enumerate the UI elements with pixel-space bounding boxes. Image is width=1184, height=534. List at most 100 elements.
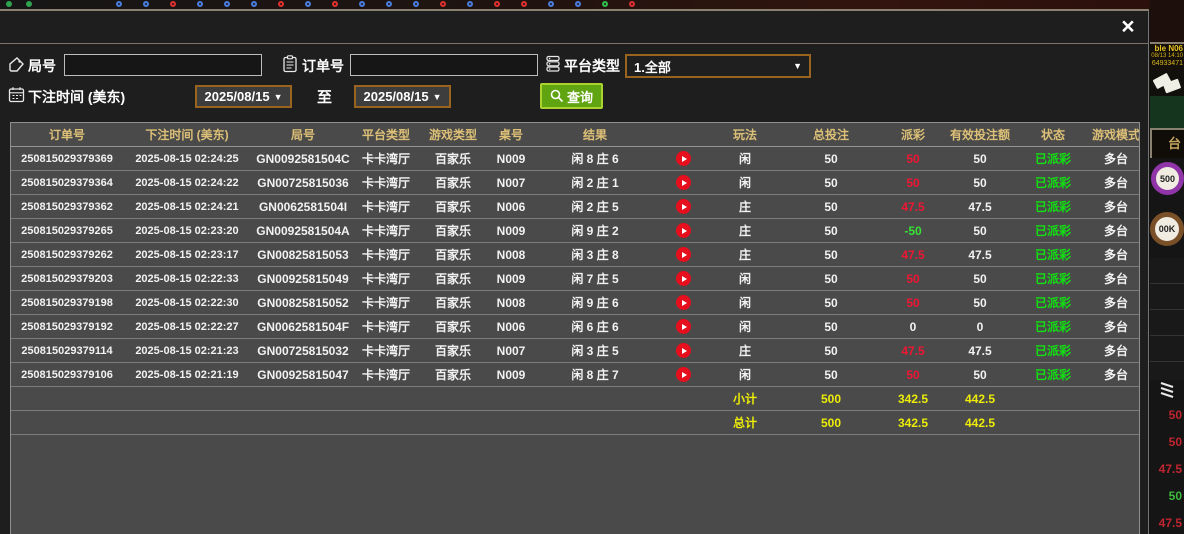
cell-round_id: GN00825815053 xyxy=(251,242,355,267)
cell-table_no: N007 xyxy=(489,170,533,195)
cell-table_no: N009 xyxy=(489,362,533,387)
calendar-icon xyxy=(8,87,25,103)
table-header-row: 订单号 下注时间 (美东) 局号 平台类型 游戏类型 桌号 结果 玩法 总投注 派彩 有效投注额 状态… xyxy=(11,123,1139,147)
chevron-down-icon: ▼ xyxy=(432,91,442,102)
cell-total_bet: 50 xyxy=(781,266,881,291)
table-row: 250815029379362 2025-08-15 02:24:21 GN0062… xyxy=(11,194,1139,219)
replay-play-button[interactable] xyxy=(675,247,691,263)
cell-game_type: 百家乐 xyxy=(417,290,489,315)
replay-play-button[interactable] xyxy=(675,199,691,215)
date-to-select[interactable]: 2025/08/15 ▼ xyxy=(354,85,451,108)
cell-result: 闲 9 庄 6 xyxy=(533,290,657,315)
cell-bet_time: 2025-08-15 02:24:21 xyxy=(123,194,251,219)
cell-total_bet: 50 xyxy=(781,362,881,387)
subtotal-payout: 342.5 xyxy=(881,386,945,411)
cell-valid_bet: 0 xyxy=(945,314,1015,339)
cell-game_type: 百家乐 xyxy=(417,218,489,243)
cell-play: 庄 xyxy=(709,218,781,243)
order-no-label: 订单号 xyxy=(302,58,344,74)
grand-total-label: 总计 xyxy=(709,410,781,435)
cell-status: 已派彩 xyxy=(1015,314,1091,339)
cell-mode: 多台 xyxy=(1091,170,1139,195)
cell-mode: 多台 xyxy=(1091,314,1139,339)
cell-result: 闲 9 庄 2 xyxy=(533,218,657,243)
background-history-number: 47.5 xyxy=(1158,516,1182,530)
roadmap-bead xyxy=(521,1,527,7)
cell-order_id: 250815029379262 xyxy=(11,242,123,267)
cell-order_id: 250815029379106 xyxy=(11,362,123,387)
cell-mode: 多台 xyxy=(1091,242,1139,267)
order-no-input[interactable] xyxy=(350,54,538,76)
replay-play-button[interactable] xyxy=(675,343,691,359)
roadmap-bead xyxy=(6,1,12,7)
cell-payout: 50 xyxy=(881,266,945,291)
cell-round_id: GN00925815049 xyxy=(251,266,355,291)
cell-valid_bet: 47.5 xyxy=(945,338,1015,363)
grand-total-valid-bet: 442.5 xyxy=(945,410,1015,435)
roadmap-bead xyxy=(278,1,284,7)
cell-round_id: GN0062581504F xyxy=(251,314,355,339)
cell-status: 已派彩 xyxy=(1015,362,1091,387)
background-session-id: 64933471 xyxy=(1151,60,1183,68)
cell-payout: 50 xyxy=(881,290,945,315)
column-header: 总投注 xyxy=(781,123,881,147)
date-from-select[interactable]: 2025/08/15 ▼ xyxy=(195,85,292,108)
roadmap-bead xyxy=(224,1,230,7)
roadmap-bead xyxy=(413,1,419,7)
cell-replay xyxy=(657,314,709,339)
cell-payout: 50 xyxy=(881,170,945,195)
background-history-number: 47.5 xyxy=(1158,462,1182,476)
cell-payout: -50 xyxy=(881,218,945,243)
cell-mode: 多台 xyxy=(1091,362,1139,387)
cell-play: 庄 xyxy=(709,338,781,363)
table-row: 250815029379369 2025-08-15 02:24:25 GN0092… xyxy=(11,146,1139,171)
replay-play-button[interactable] xyxy=(675,319,691,335)
cell-status: 已派彩 xyxy=(1015,290,1091,315)
cell-total_bet: 50 xyxy=(781,218,881,243)
cell-result: 闲 3 庄 5 xyxy=(533,338,657,363)
replay-play-button[interactable] xyxy=(675,175,691,191)
cell-status: 已派彩 xyxy=(1015,170,1091,195)
cell-replay xyxy=(657,218,709,243)
cell-order_id: 250815029379198 xyxy=(11,290,123,315)
cell-total_bet: 50 xyxy=(781,194,881,219)
cell-order_id: 250815029379114 xyxy=(11,338,123,363)
roadmap-bead xyxy=(548,1,554,7)
cell-play: 庄 xyxy=(709,242,781,267)
background-history-number: 50 xyxy=(1168,408,1182,422)
cell-payout: 0 xyxy=(881,314,945,339)
cell-result: 闲 2 庄 1 xyxy=(533,170,657,195)
table-row: 250815029379198 2025-08-15 02:22:30 GN0082… xyxy=(11,290,1139,315)
header-divider xyxy=(0,43,1148,44)
table-row: 250815029379364 2025-08-15 02:24:22 GN0072… xyxy=(11,170,1139,195)
cell-game_type: 百家乐 xyxy=(417,314,489,339)
table-row: 250815029379262 2025-08-15 02:23:17 GN0082… xyxy=(11,242,1139,267)
cell-mode: 多台 xyxy=(1091,218,1139,243)
chip-500: 500 xyxy=(1151,162,1184,195)
close-icon[interactable]: × xyxy=(1117,15,1139,38)
query-button[interactable]: 查询 xyxy=(540,83,603,109)
cell-play: 闲 xyxy=(709,314,781,339)
table-row: 250815029379114 2025-08-15 02:21:23 GN0072… xyxy=(11,338,1139,363)
cell-round_id: GN0092581504C xyxy=(251,146,355,171)
cell-total_bet: 50 xyxy=(781,170,881,195)
replay-play-button[interactable] xyxy=(675,223,691,239)
round-no-input[interactable] xyxy=(64,54,262,76)
cell-game_type: 百家乐 xyxy=(417,146,489,171)
replay-play-button[interactable] xyxy=(675,271,691,287)
cell-replay xyxy=(657,146,709,171)
column-header-empty xyxy=(657,123,709,147)
cell-bet_time: 2025-08-15 02:23:20 xyxy=(123,218,251,243)
cell-platform: 卡卡湾厅 xyxy=(355,314,417,339)
roadmap-bead xyxy=(305,1,311,7)
replay-play-button[interactable] xyxy=(675,295,691,311)
platform-type-select[interactable]: 1.全部 ▼ xyxy=(625,54,811,78)
cell-mode: 多台 xyxy=(1091,146,1139,171)
replay-play-button[interactable] xyxy=(675,367,691,383)
roadmap-bead xyxy=(197,1,203,7)
column-header: 桌号 xyxy=(489,123,533,147)
cell-bet_time: 2025-08-15 02:22:27 xyxy=(123,314,251,339)
roadmap-bead xyxy=(170,1,176,7)
subtotal-label: 小计 xyxy=(709,386,781,411)
replay-play-button[interactable] xyxy=(675,151,691,167)
